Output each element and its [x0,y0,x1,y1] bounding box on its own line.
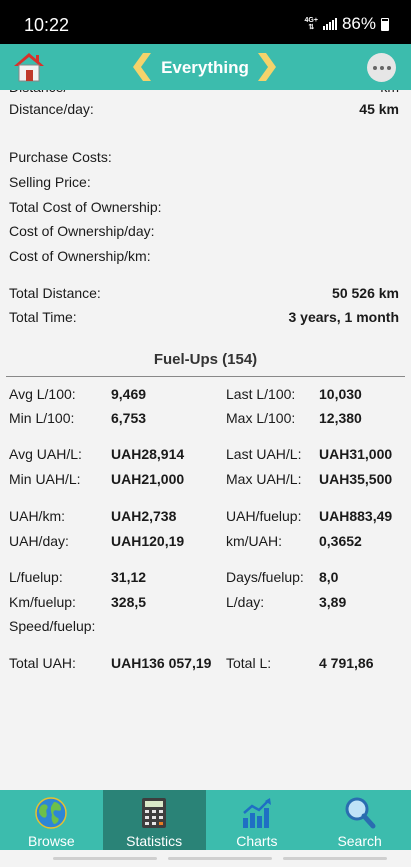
fuelup-value: UAH883,49 [319,508,393,524]
fuelup-value: UAH120,19 [111,533,185,549]
fuelup-value: 3,89 [319,594,347,610]
fuelup-value: 12,380 [319,410,362,426]
fuelup-label: UAH/km: [9,508,65,524]
stat-row: Selling Price: [9,174,399,192]
stat-value: 50 526 km [332,285,399,301]
fuelup-value: UAH21,000 [111,471,185,487]
stat-row: Distance/day: 45 km [9,101,399,119]
next-period-button[interactable] [256,52,278,82]
fuelup-value: 0,3652 [319,533,362,549]
tab-search[interactable]: Search [308,790,411,850]
fuelup-label: Min L/100: [9,410,75,426]
stat-row: Cost of Ownership/km: [9,248,399,266]
battery-percent: 86% [341,14,376,33]
stat-row: Cost of Ownership/day: [9,223,399,241]
tab-charts[interactable]: Charts [206,790,309,850]
fuelup-label: Speed/fuelup: [9,618,96,634]
clipped-previous-row: Distance/ km [9,90,399,93]
stat-row: Purchase Costs: [9,149,399,167]
fuelup-label: Days/fuelup: [226,569,304,585]
fuelup-label: Last L/100: [226,386,296,402]
status-time: 10:22 [24,15,70,35]
fuelups-title: Fuel-Ups (154) [153,351,258,368]
fuelup-label: L/day: [226,594,265,610]
stat-label: Total Cost of Ownership: [9,199,162,215]
fuelup-label: Km/fuelup: [9,594,76,610]
fuelup-label: Max UAH/L: [226,471,302,487]
fuelup-value: 328,5 [111,594,147,610]
section-divider [6,376,405,377]
status-bar: 10:22 4G+ ⇅ 86% [0,0,411,44]
stat-value: 3 years, 1 month [288,309,400,325]
stat-row: Total Time: 3 years, 1 month [9,309,399,327]
fuelup-label: UAH/fuelup: [226,508,302,524]
fuelup-value: 10,030 [319,386,362,402]
status-indicators: 4G+ ⇅ 86% [305,14,389,34]
bar-chart-icon [242,798,271,828]
stat-value: 45 km [359,101,399,117]
fuelup-value: 9,469 [111,386,147,402]
magnifier-icon [345,797,376,829]
fuelup-label: Total UAH: [9,655,76,671]
more-dots-icon [372,65,377,70]
fuelup-label: Total L: [226,655,272,671]
network-label: 4G+ [304,17,318,24]
stat-row: Total Cost of Ownership: [9,199,399,217]
tab-label: Statistics [126,833,183,849]
period-title: Everything [161,58,249,77]
tab-browse[interactable]: Browse [0,790,103,850]
stat-label: Distance/day: [9,101,94,117]
tab-statistics[interactable]: Statistics [102,790,206,850]
fuelup-label: L/fuelup: [9,569,63,585]
fuelup-label: Max L/100: [226,410,296,426]
fuelup-label: Min UAH/L: [9,471,81,487]
fuelup-label: Last UAH/L: [226,446,302,462]
stat-row: Total Distance: 50 526 km [9,285,399,303]
tab-label: Browse [28,833,75,849]
fuelup-value: 6,753 [111,410,147,426]
battery-icon [381,17,389,31]
fuelup-label: Avg UAH/L: [9,446,82,462]
system-gesture-bar [0,850,411,867]
statistics-content[interactable]: Distance/ km Distance/day: 45 km Purchase… [0,90,411,790]
fuelup-label: UAH/day: [9,533,69,549]
bottom-nav: Browse Statistics Charts Search [0,790,411,850]
stat-label: Purchase Costs: [9,149,112,165]
fuelup-value: UAH2,738 [111,508,177,524]
stat-label: Total Distance: [9,285,101,301]
app-bar: Everything [0,44,411,90]
stat-label: Selling Price: [9,174,91,190]
tab-label: Search [337,833,382,849]
home-button[interactable] [12,51,46,83]
fuelup-value: UAH136 057,19 [111,655,212,671]
fuelup-value: 8,0 [319,569,339,585]
fuelup-value: UAH28,914 [111,446,185,462]
tab-label: Charts [236,833,278,849]
fuelup-value: 31,12 [111,569,147,585]
stat-label: Total Time: [9,309,77,325]
fuelup-value: 4 791,86 [319,655,374,671]
fuelup-value: UAH35,500 [319,471,393,487]
more-options-button[interactable] [367,53,396,82]
house-icon [14,53,44,82]
fuelup-label: Avg L/100: [9,386,76,402]
network-indicator-icon: 4G+ ⇅ [304,17,318,31]
signal-icon [322,18,337,30]
stat-label: Cost of Ownership/km: [9,248,151,264]
stat-label: Cost of Ownership/day: [9,223,155,239]
globe-icon [35,797,68,829]
fuelup-value: UAH31,000 [319,446,393,462]
fuelup-label: km/UAH: [226,533,282,549]
calculator-icon [142,798,167,828]
